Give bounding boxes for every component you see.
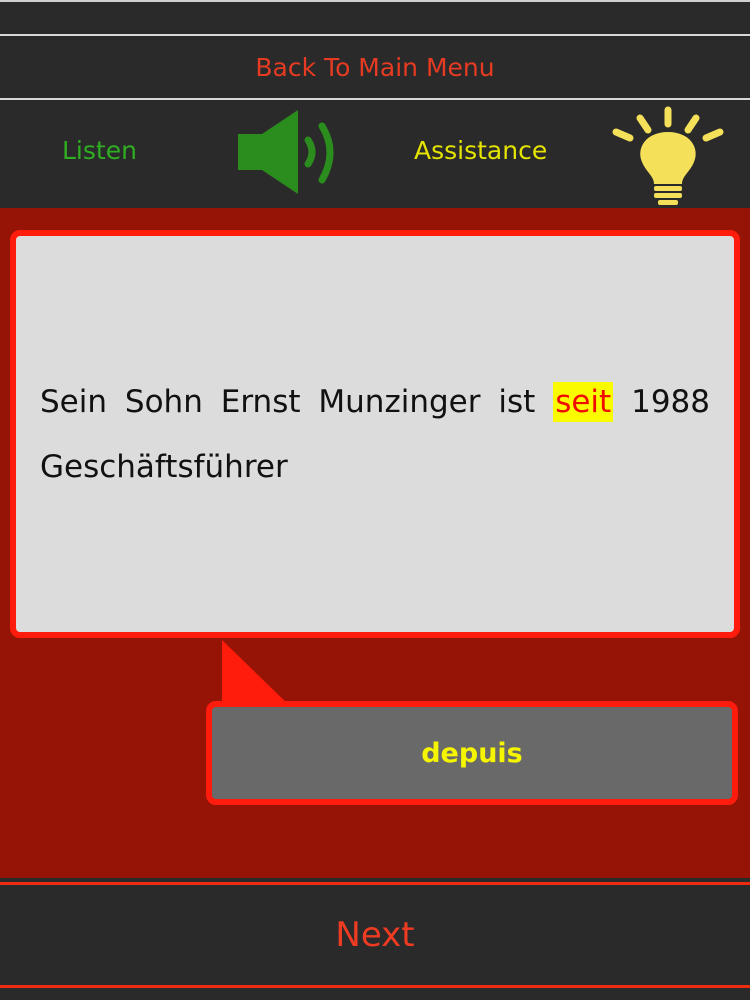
speaker-icon[interactable] bbox=[232, 108, 344, 198]
callout-pointer bbox=[222, 640, 292, 708]
menu-bar: Back To Main Menu bbox=[0, 34, 750, 100]
footer-divider-bottom bbox=[0, 985, 750, 988]
listen-button[interactable]: Listen bbox=[62, 136, 137, 165]
translation-text: depuis bbox=[421, 737, 523, 769]
next-button[interactable]: Next bbox=[0, 885, 750, 985]
assistance-button[interactable]: Assistance bbox=[414, 136, 547, 165]
top-divider bbox=[0, 0, 750, 2]
sentence-text: Sein Sohn Ernst Munzinger ist seit 1988 … bbox=[40, 370, 710, 500]
back-to-main-menu-button[interactable]: Back To Main Menu bbox=[255, 53, 494, 82]
exercise-panel: Sein Sohn Ernst Munzinger ist seit 1988 … bbox=[0, 208, 750, 878]
next-button-label: Next bbox=[335, 915, 415, 955]
sentence-part-before: Sein Sohn Ernst Munzinger ist bbox=[40, 384, 554, 420]
highlighted-word[interactable]: seit bbox=[553, 382, 614, 422]
sentence-card: Sein Sohn Ernst Munzinger ist seit 1988 … bbox=[10, 230, 740, 638]
toolbar: Listen Assistance bbox=[0, 100, 750, 208]
footer-bar: Next bbox=[0, 878, 750, 1000]
translation-box[interactable]: depuis bbox=[206, 701, 738, 805]
lightbulb-icon[interactable] bbox=[606, 106, 730, 206]
